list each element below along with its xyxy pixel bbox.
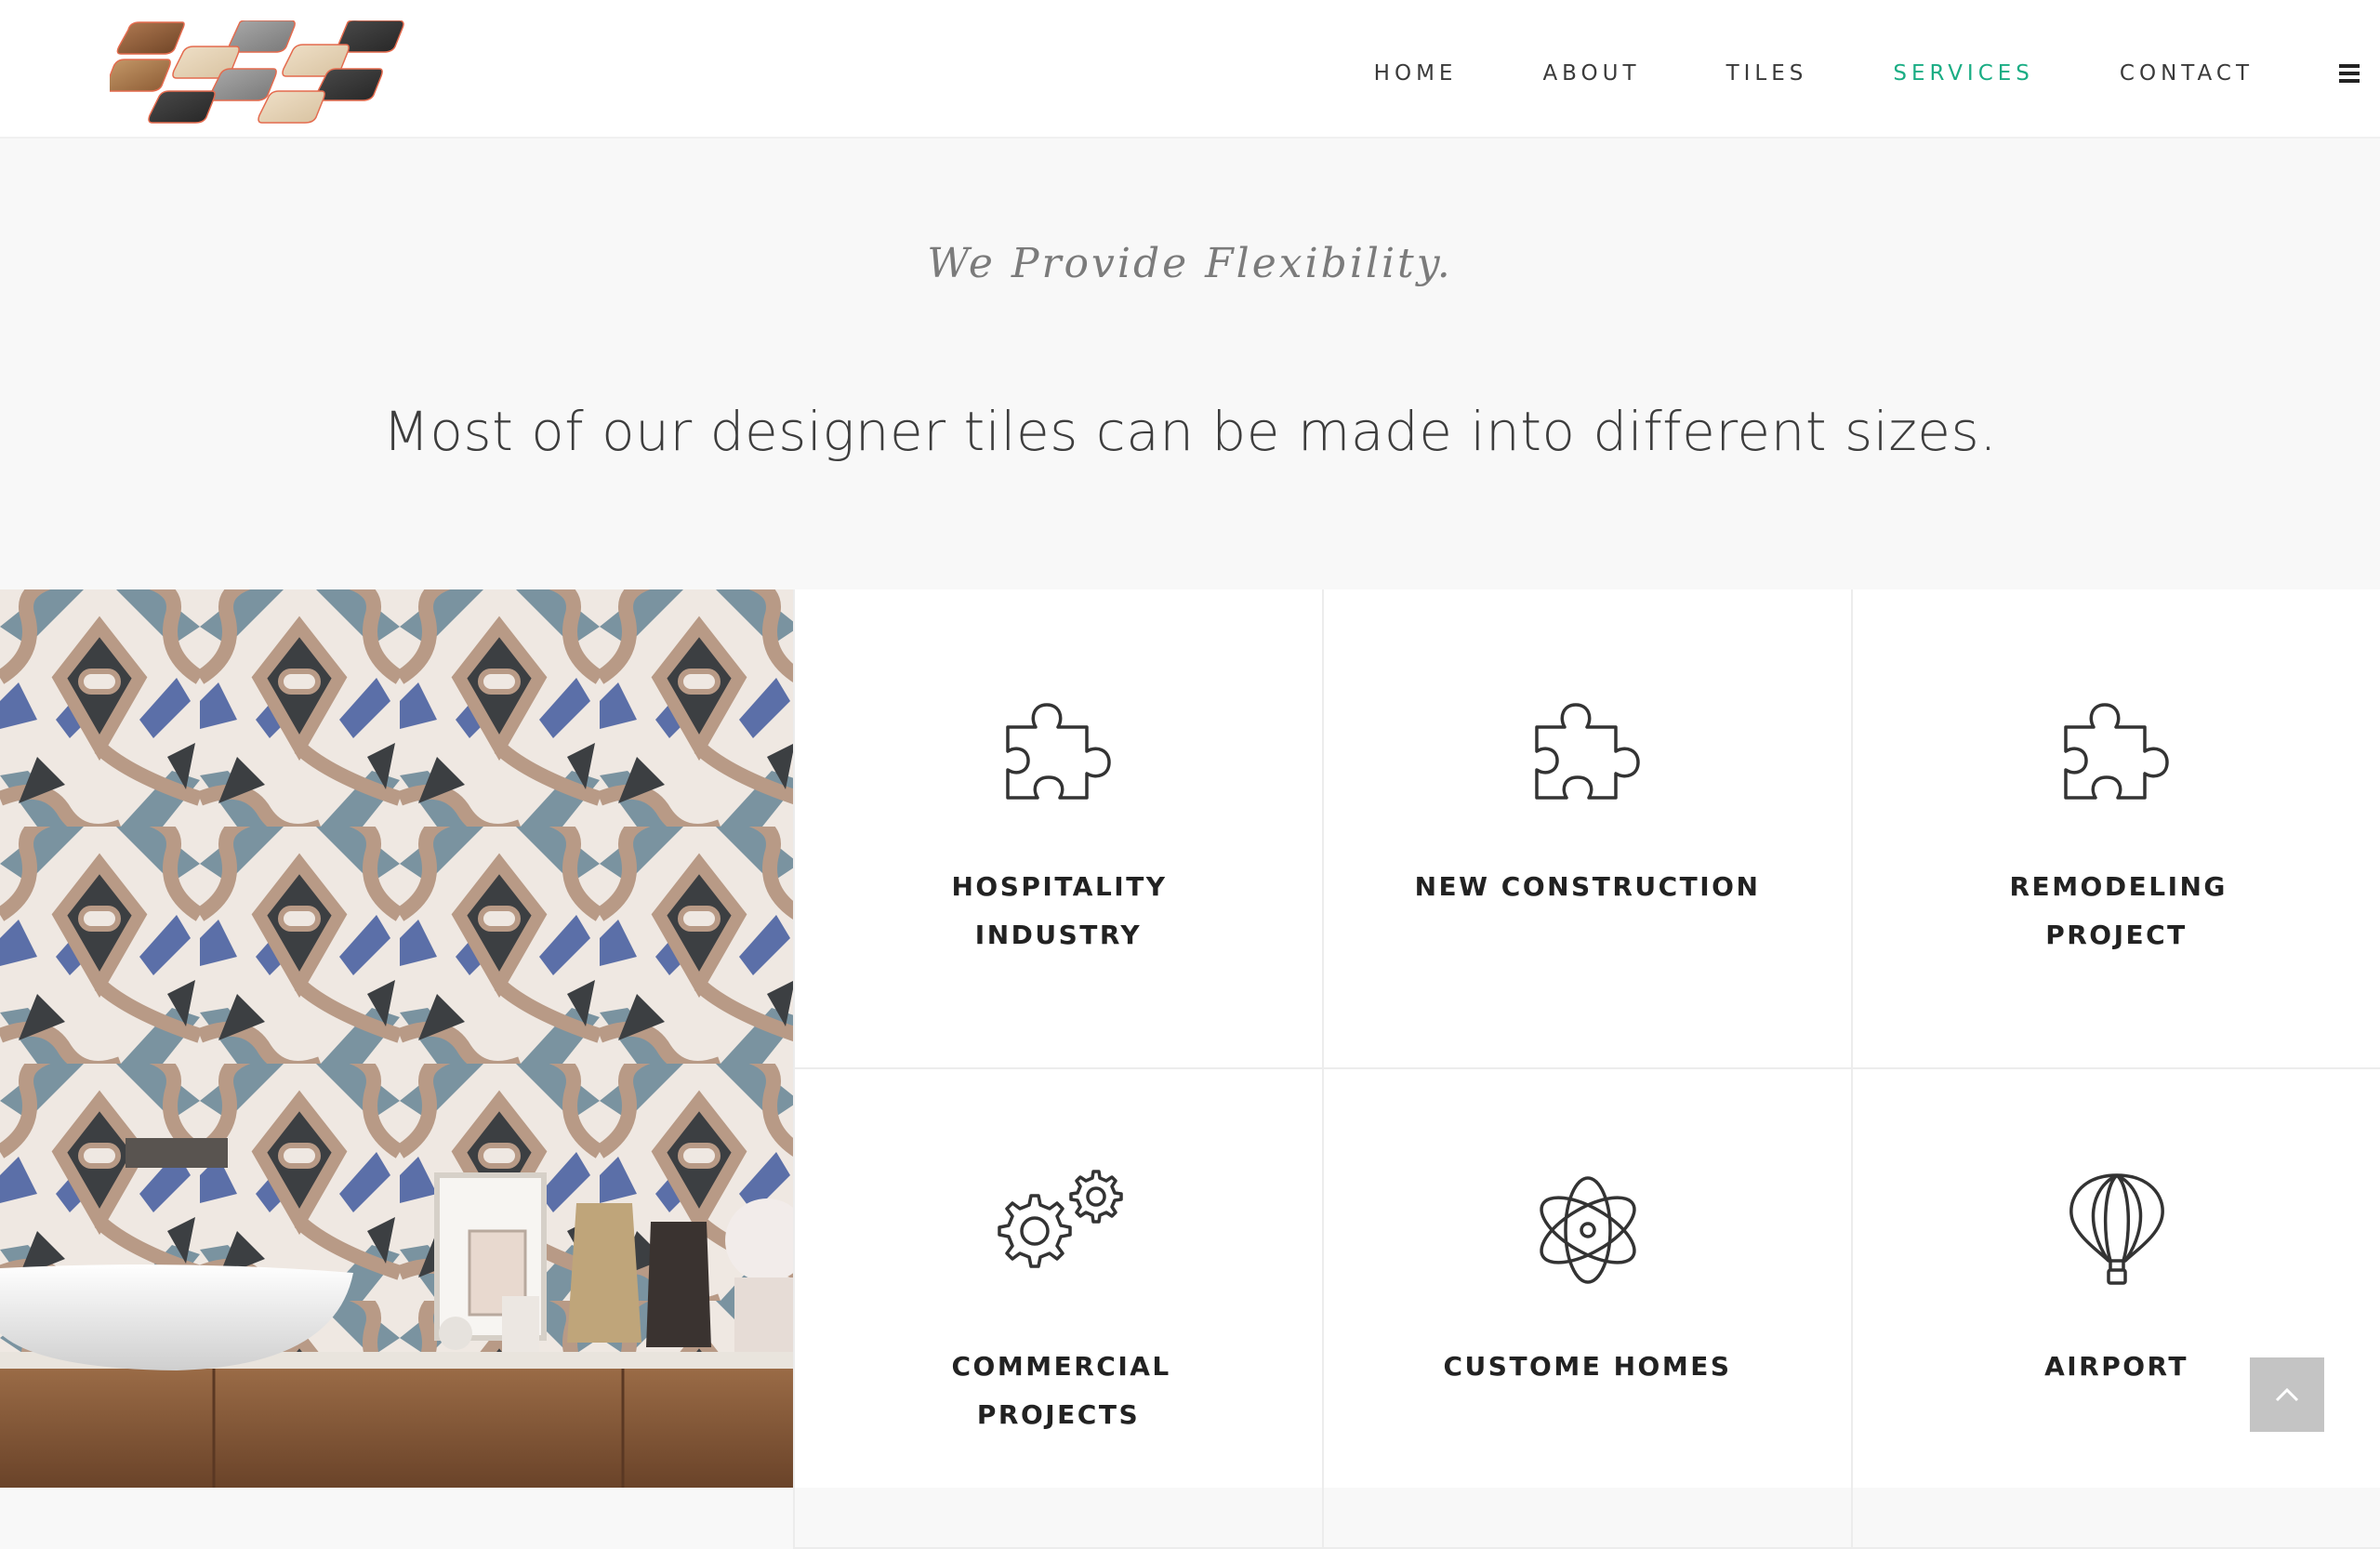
nav-tiles[interactable]: TILES (1726, 61, 1808, 86)
gears-icon (997, 1170, 1123, 1268)
nav-about[interactable]: ABOUT (1542, 61, 1640, 86)
service-label: HOSPITALITY INDUSTRY (951, 871, 1168, 950)
hamburger-menu-icon[interactable] (2339, 60, 2360, 86)
service-card-custom-homes[interactable]: CUSTOME HOMES (1322, 1069, 1851, 1549)
hot-air-balloon-icon (2069, 1173, 2164, 1285)
service-label: NEW CONSTRUCTION (1414, 871, 1761, 902)
service-card-airport[interactable]: AIRPORT (1851, 1069, 2380, 1549)
service-label: CUSTOME HOMES (1443, 1351, 1732, 1382)
tile-samples-logo[interactable] (110, 20, 412, 127)
section-headline: Most of our designer tiles can be made i… (382, 400, 1998, 463)
puzzle-icon (1534, 703, 1640, 800)
section-tagline: We Provide Flexibility. (927, 240, 1453, 287)
nav-contact[interactable]: CONTACT (2120, 61, 2254, 86)
services-grid: HOSPITALITY INDUSTRY NEW CONSTRUCTION RE… (793, 589, 2380, 1549)
puzzle-icon (2063, 703, 2169, 800)
back-to-top-button[interactable] (2250, 1357, 2324, 1432)
service-label: AIRPORT (2044, 1351, 2188, 1382)
service-card-remodeling[interactable]: REMODELING PROJECT (1851, 589, 2380, 1069)
nav-home[interactable]: HOME (1374, 61, 1458, 86)
chevron-up-icon (2275, 1387, 2299, 1402)
puzzle-icon (1005, 703, 1111, 800)
service-label: COMMERCIAL PROJECTS (951, 1351, 1171, 1430)
site-header: HOME ABOUT TILES SERVICES CONTACT (0, 0, 2380, 139)
bathroom-tile-photo (0, 589, 793, 1488)
service-card-new-construction[interactable]: NEW CONSTRUCTION (1322, 589, 1851, 1069)
service-card-hospitality[interactable]: HOSPITALITY INDUSTRY (793, 589, 1322, 1069)
main-nav: HOME ABOUT TILES SERVICES CONTACT (1374, 0, 2380, 147)
service-card-commercial[interactable]: COMMERCIAL PROJECTS (793, 1069, 1322, 1549)
nav-services[interactable]: SERVICES (1893, 61, 2034, 86)
service-label: REMODELING PROJECT (2009, 871, 2228, 950)
atom-icon (1539, 1176, 1636, 1284)
